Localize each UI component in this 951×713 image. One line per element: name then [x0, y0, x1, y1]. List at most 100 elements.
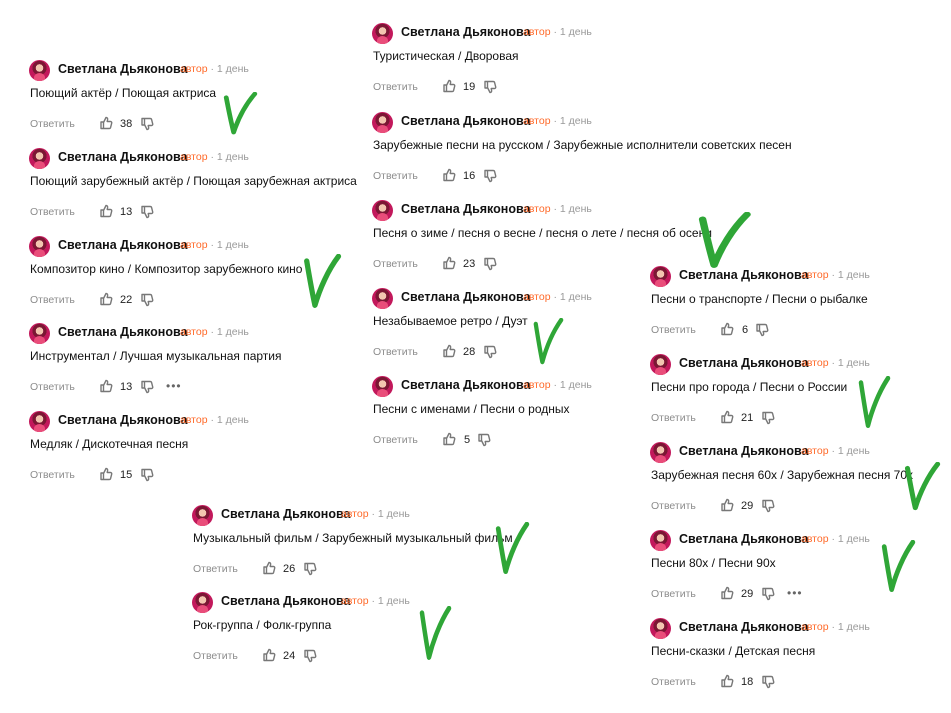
avatar[interactable] — [372, 376, 393, 397]
checkmark-icon — [881, 540, 916, 593]
author-name[interactable]: Светлана Дьяконова — [401, 25, 530, 39]
author-name[interactable]: Светлана Дьяконова — [221, 594, 350, 608]
dislike-icon[interactable] — [483, 80, 497, 94]
dislike-icon[interactable] — [483, 345, 497, 359]
reply-button[interactable]: Ответить — [373, 258, 418, 270]
avatar[interactable] — [29, 148, 50, 169]
reply-button[interactable]: Ответить — [30, 381, 75, 393]
dislike-icon[interactable] — [140, 293, 154, 307]
author-name[interactable]: Светлана Дьяконова — [679, 532, 808, 546]
reply-button[interactable]: Ответить — [373, 346, 418, 358]
avatar[interactable] — [650, 354, 671, 375]
avatar[interactable] — [372, 23, 393, 44]
like-icon[interactable] — [99, 204, 113, 218]
reply-button[interactable]: Ответить — [30, 294, 75, 306]
like-count: 28 — [463, 346, 476, 358]
reply-button[interactable]: Ответить — [651, 324, 696, 336]
like-icon[interactable] — [99, 379, 113, 393]
more-options-icon[interactable]: ••• — [787, 586, 803, 600]
dislike-icon[interactable] — [140, 468, 154, 482]
like-icon[interactable] — [262, 561, 276, 575]
reply-button[interactable]: Ответить — [373, 170, 418, 182]
like-icon[interactable] — [99, 116, 113, 130]
comment: Светлана Дьяконова автор · 1 день Музыка… — [192, 505, 522, 576]
comment-meta: автор · 1 день — [180, 414, 249, 426]
like-icon[interactable] — [442, 168, 456, 182]
author-name[interactable]: Светлана Дьяконова — [401, 114, 530, 128]
dislike-icon[interactable] — [761, 411, 775, 425]
dislike-icon[interactable] — [761, 499, 775, 513]
like-icon[interactable] — [262, 648, 276, 662]
like-icon[interactable] — [720, 498, 734, 512]
dislike-icon[interactable] — [140, 205, 154, 219]
comment-text: Туристическая / Дворовая — [373, 49, 519, 63]
comment-meta: автор · 1 день — [180, 326, 249, 338]
like-count: 24 — [283, 650, 296, 662]
dislike-icon[interactable] — [755, 323, 769, 337]
comment: Светлана Дьяконова автор · 1 день Песня … — [372, 200, 712, 271]
author-name[interactable]: Светлана Дьяконова — [401, 290, 530, 304]
author-name[interactable]: Светлана Дьяконова — [679, 620, 808, 634]
author-name[interactable]: Светлана Дьяконова — [58, 150, 187, 164]
dislike-icon[interactable] — [303, 649, 317, 663]
avatar[interactable] — [372, 112, 393, 133]
author-name[interactable]: Светлана Дьяконова — [401, 378, 530, 392]
dislike-icon[interactable] — [761, 587, 775, 601]
author-name[interactable]: Светлана Дьяконова — [58, 238, 187, 252]
author-name[interactable]: Светлана Дьяконова — [58, 325, 187, 339]
avatar[interactable] — [29, 411, 50, 432]
dislike-icon[interactable] — [140, 117, 154, 131]
like-icon[interactable] — [720, 586, 734, 600]
avatar[interactable] — [372, 288, 393, 309]
reply-button[interactable]: Ответить — [651, 412, 696, 424]
reply-button[interactable]: Ответить — [193, 650, 238, 662]
dislike-icon[interactable] — [140, 380, 154, 394]
reply-button[interactable]: Ответить — [193, 563, 238, 575]
dislike-icon[interactable] — [483, 257, 497, 271]
author-name[interactable]: Светлана Дьяконова — [679, 356, 808, 370]
comment-text: Инструментал / Лучшая музыкальная партия — [30, 349, 282, 363]
checkmark-icon — [495, 522, 530, 575]
reply-button[interactable]: Ответить — [651, 676, 696, 688]
reply-button[interactable]: Ответить — [651, 500, 696, 512]
dislike-icon[interactable] — [483, 169, 497, 183]
avatar[interactable] — [650, 530, 671, 551]
like-count: 38 — [120, 118, 133, 130]
like-icon[interactable] — [99, 467, 113, 481]
author-name[interactable]: Светлана Дьяконова — [58, 62, 187, 76]
like-icon[interactable] — [442, 256, 456, 270]
like-icon[interactable] — [720, 322, 734, 336]
avatar[interactable] — [29, 323, 50, 344]
dislike-icon[interactable] — [761, 675, 775, 689]
author-name[interactable]: Светлана Дьяконова — [58, 413, 187, 427]
more-options-icon[interactable]: ••• — [166, 379, 182, 393]
author-name[interactable]: Светлана Дьяконова — [221, 507, 350, 521]
dislike-icon[interactable] — [477, 433, 491, 447]
avatar[interactable] — [650, 266, 671, 287]
comment-text: Поющий актёр / Поющая актриса — [30, 86, 217, 100]
like-icon[interactable] — [720, 674, 734, 688]
reply-button[interactable]: Ответить — [373, 434, 418, 446]
like-icon[interactable] — [442, 432, 456, 446]
reply-button[interactable]: Ответить — [30, 469, 75, 481]
like-icon[interactable] — [442, 79, 456, 93]
author-name[interactable]: Светлана Дьяконова — [401, 202, 530, 216]
reply-button[interactable]: Ответить — [30, 118, 75, 130]
reply-button[interactable]: Ответить — [30, 206, 75, 218]
avatar[interactable] — [650, 618, 671, 639]
avatar[interactable] — [650, 442, 671, 463]
reply-button[interactable]: Ответить — [651, 588, 696, 600]
like-icon[interactable] — [720, 410, 734, 424]
comment-text: Незабываемое ретро / Дуэт — [373, 314, 528, 328]
reply-button[interactable]: Ответить — [373, 81, 418, 93]
like-icon[interactable] — [99, 292, 113, 306]
avatar[interactable] — [192, 592, 213, 613]
avatar[interactable] — [372, 200, 393, 221]
dislike-icon[interactable] — [303, 562, 317, 576]
like-icon[interactable] — [442, 344, 456, 358]
avatar[interactable] — [29, 60, 50, 81]
author-name[interactable]: Светлана Дьяконова — [679, 268, 808, 282]
avatar[interactable] — [29, 236, 50, 257]
avatar[interactable] — [192, 505, 213, 526]
author-name[interactable]: Светлана Дьяконова — [679, 444, 808, 458]
